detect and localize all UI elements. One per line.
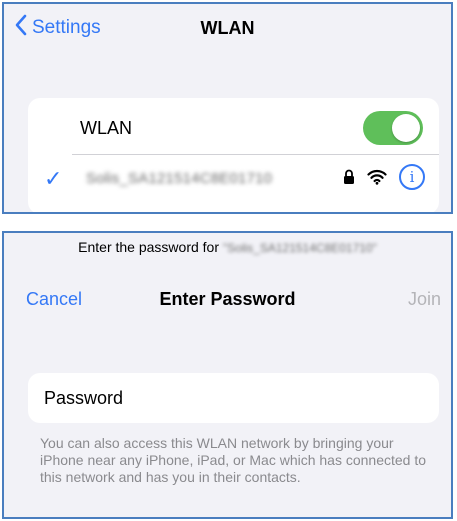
network-status-icons: i [343, 164, 425, 190]
wifi-icon [367, 169, 387, 185]
wlan-toggle-label: WLAN [80, 117, 133, 138]
wlan-toggle[interactable] [363, 111, 423, 145]
prompt-text: Enter the password for [78, 239, 219, 255]
network-name: Solis_SA121514C8E01710 [86, 170, 273, 187]
helper-text: You can also access this WLAN network by… [40, 435, 427, 485]
network-row[interactable]: ✓ Solis_SA121514C8E01710 i [28, 154, 439, 206]
password-panel: Enter the password for "Solis_SA121514C8… [2, 231, 453, 519]
toggle-knob [392, 114, 420, 142]
password-title: Enter Password [159, 289, 296, 309]
password-prompt: Enter the password for "Solis_SA121514C8… [4, 239, 451, 255]
prompt-network-name: "Solis_SA121514C8E01710" [222, 241, 377, 255]
page-title: WLAN [200, 18, 255, 38]
info-icon[interactable]: i [399, 164, 425, 190]
lock-icon [343, 169, 355, 185]
wlan-card: WLAN ✓ Solis_SA121514C8E01710 i [28, 98, 439, 212]
password-field[interactable] [28, 373, 439, 423]
join-button[interactable]: Join [408, 289, 441, 310]
wlan-toggle-row: WLAN [28, 102, 439, 154]
checkmark-icon: ✓ [44, 166, 63, 191]
password-input[interactable] [42, 386, 439, 410]
wlan-settings-panel: Settings WLAN WLAN ✓ Solis_SA121514C8E01… [2, 2, 453, 214]
